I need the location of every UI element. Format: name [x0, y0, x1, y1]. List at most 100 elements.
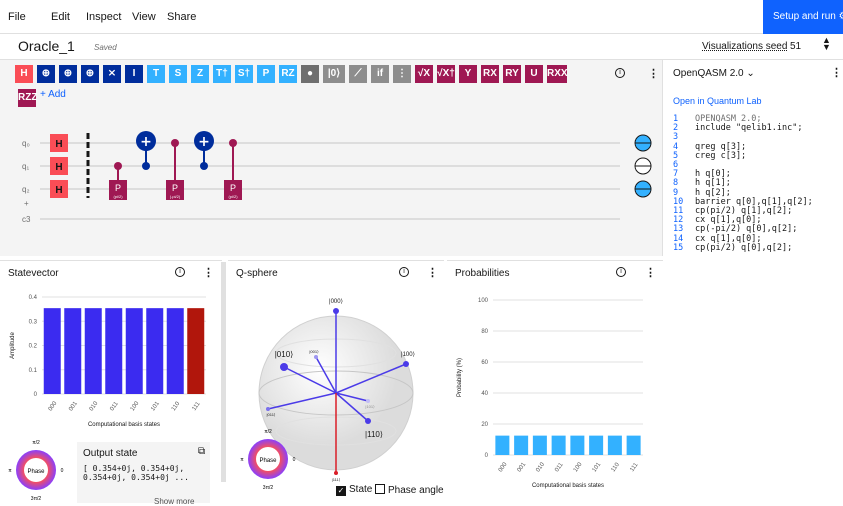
control-dot[interactable]	[114, 162, 122, 170]
control-dot[interactable]	[200, 162, 208, 170]
scrollbar[interactable]	[221, 262, 226, 482]
y-tick-label: 0	[485, 453, 489, 459]
code-text: creg c[3];	[695, 150, 747, 161]
output-state-text: [ 0.354+0j, 0.354+0j, 0.354+0j, 0.354+0j…	[83, 464, 189, 482]
gate-palette-item[interactable]: ⋮	[393, 65, 411, 83]
state-point[interactable]	[365, 418, 371, 424]
phase-mark: 3π/2	[31, 496, 42, 502]
phase-mark: 0	[61, 468, 64, 474]
statevector-title: Statevector	[8, 268, 59, 279]
qasm-language-select[interactable]: OpenQASM 2.0 ⌄	[673, 68, 755, 79]
state-point[interactable]	[314, 355, 318, 359]
file-name[interactable]: Oracle_1	[18, 38, 75, 54]
state-label: |100⟩	[401, 351, 415, 358]
y-tick-label: 0.1	[29, 368, 38, 374]
gate-palette-item[interactable]: T	[147, 65, 165, 83]
seed-stepper-icon[interactable]: ▲ ▼	[822, 36, 831, 52]
add-gate-link[interactable]: + Add	[40, 89, 66, 100]
state-checkbox-label: State	[349, 484, 373, 495]
gate-palette-item[interactable]: ⊕	[37, 65, 55, 83]
x-tick-label: 110	[171, 400, 182, 412]
menu-edit[interactable]: Edit	[51, 11, 70, 23]
gate-palette-item[interactable]: ⊕	[59, 65, 77, 83]
phase-wheel: Phase π/2 π 0 3π/2	[8, 440, 64, 502]
code-text: cp(pi/2) q[0],q[2];	[695, 242, 793, 253]
gate-palette-item[interactable]: S†	[235, 65, 253, 83]
state-checkbox[interactable]: ✓ State	[336, 484, 372, 496]
overflow-menu-icon[interactable]: ⋮	[648, 67, 659, 80]
menu-share[interactable]: Share	[167, 11, 196, 23]
menu-view[interactable]: View	[132, 11, 156, 23]
overflow-menu-icon[interactable]: ⋮	[831, 66, 842, 79]
gate-palette-item[interactable]: ⊕	[81, 65, 99, 83]
gate-palette-item[interactable]: Y	[459, 65, 477, 83]
gate-palette-item[interactable]: Z	[191, 65, 209, 83]
control-dot[interactable]	[229, 139, 237, 147]
qubit-label-1: q₁	[22, 162, 29, 171]
gear-icon: ⚙	[839, 11, 843, 22]
bar	[551, 435, 566, 455]
qubit-label-2: q₂	[22, 185, 30, 194]
copy-icon[interactable]: ⧉	[198, 446, 205, 457]
y-tick-label: 100	[478, 298, 489, 304]
gate-palette-item[interactable]: U	[525, 65, 543, 83]
overflow-menu-icon[interactable]: ⋮	[203, 266, 214, 279]
qsphere-title: Q-sphere	[236, 268, 278, 279]
gate-palette-item[interactable]: RZ	[279, 65, 297, 83]
gate-palette-item[interactable]: RXX	[547, 65, 568, 83]
gate-palette-item[interactable]: |0⟩	[323, 65, 345, 83]
phase-gate-label: P	[230, 183, 236, 193]
code-text: include "qelib1.inc";	[695, 123, 803, 134]
state-point[interactable]	[366, 399, 370, 403]
phase-gate-param: (pi/2)	[228, 194, 238, 199]
gate-palette-item[interactable]: RX	[481, 65, 499, 83]
open-in-quantum-lab-link[interactable]: Open in Quantum Lab	[673, 96, 762, 106]
gate-rzz[interactable]: RZZ	[18, 89, 37, 107]
gate-palette-item[interactable]: if	[371, 65, 389, 83]
state-point[interactable]	[280, 363, 288, 371]
chevron-down-icon: ⌄	[746, 68, 755, 79]
gate-palette-item[interactable]: ●	[301, 65, 319, 83]
gate-palette-item[interactable]: ⨯	[103, 65, 121, 83]
info-icon[interactable]: i	[616, 267, 626, 277]
gate-palette-item[interactable]: √X†	[437, 65, 455, 83]
menu-inspect[interactable]: Inspect	[86, 11, 121, 23]
add-qubit-icon[interactable]: +	[24, 199, 29, 208]
top-menu-bar: File Edit Inspect View Share Setup and r…	[0, 0, 843, 34]
overflow-menu-icon[interactable]: ⋮	[645, 266, 656, 279]
gate-palette-item[interactable]: ⟋	[349, 65, 367, 83]
gate-palette-item[interactable]: S	[169, 65, 187, 83]
gate-palette-item[interactable]: I	[125, 65, 143, 83]
state-label: |101⟩	[365, 404, 375, 409]
gate-palette-item[interactable]: P	[257, 65, 275, 83]
y-tick-label: 20	[481, 422, 488, 428]
control-dot[interactable]	[142, 162, 150, 170]
state-point[interactable]	[266, 407, 270, 411]
seed-input[interactable]: 51	[790, 41, 801, 52]
state-point[interactable]	[403, 361, 409, 367]
menu-file[interactable]: File	[8, 11, 26, 23]
x-tick-label: 101	[150, 400, 161, 412]
state-label: |010⟩	[275, 350, 294, 359]
gate-palette-item[interactable]: H	[15, 65, 33, 83]
bar	[514, 435, 529, 455]
setup-and-run-button[interactable]: Setup and run ⚙	[763, 0, 843, 34]
gate-palette-item[interactable]: √X	[415, 65, 433, 83]
control-dot[interactable]	[171, 139, 179, 147]
info-icon[interactable]: i	[615, 68, 625, 78]
info-icon[interactable]: i	[175, 267, 185, 277]
state-label: |000⟩	[329, 298, 343, 305]
state-label: |001⟩	[309, 349, 319, 354]
x-tick-label: 100	[573, 461, 584, 473]
h-gate-label: H	[55, 185, 62, 196]
state-point[interactable]	[333, 308, 339, 314]
phase-angle-checkbox[interactable]: Phase angle	[375, 484, 444, 496]
info-icon[interactable]: i	[399, 267, 409, 277]
state-point[interactable]	[334, 471, 338, 475]
overflow-menu-icon[interactable]: ⋮	[427, 266, 438, 279]
circuit-composer: H ⊕ ⊕ ⊕ ⨯ I T S Z T† S† P RZ ● |0⟩ ⟋ if ⋮ √X √X† Y RX RY U RXX R…	[0, 60, 663, 256]
y-tick-label: 60	[481, 360, 488, 366]
show-more-button[interactable]: Show more	[154, 497, 194, 506]
gate-palette-item[interactable]: T†	[213, 65, 231, 83]
gate-palette-item[interactable]: RY	[503, 65, 521, 83]
